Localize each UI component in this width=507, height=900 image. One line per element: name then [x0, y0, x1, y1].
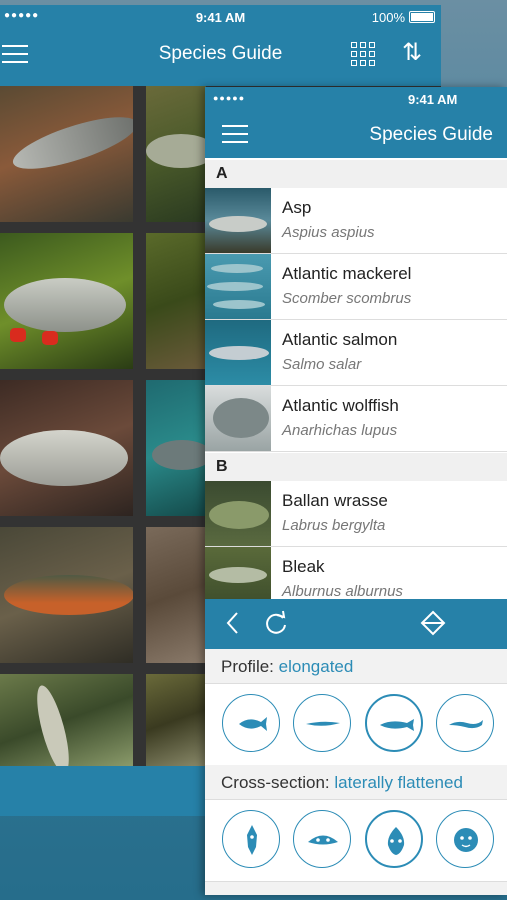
- profile-options: [205, 683, 507, 766]
- status-bar: ●●●●● 9:41 AM 100%: [0, 5, 441, 29]
- cross-section-option-laterally-flattened[interactable]: [365, 810, 423, 868]
- back-chevron-icon[interactable]: [225, 609, 241, 642]
- signal-indicator: ●●●●●: [213, 93, 246, 103]
- list-item[interactable]: Ballan wrasse Labrus bergylta: [205, 481, 507, 547]
- sort-icon[interactable]: ⇅: [398, 40, 426, 66]
- species-name: Atlantic salmon: [282, 330, 398, 349]
- nav-bar: ●●●●● 9:41 AM Species Guide: [205, 87, 507, 158]
- species-name: Ballan wrasse: [282, 491, 388, 510]
- grid-tile[interactable]: [146, 233, 206, 369]
- section-header: A: [205, 160, 507, 188]
- profile-option-ribbon[interactable]: [436, 694, 494, 752]
- species-thumbnail: [205, 481, 271, 546]
- profile-option-fusiform[interactable]: [222, 694, 280, 752]
- diamond-toggle-icon[interactable]: [420, 609, 446, 642]
- list-item[interactable]: Atlantic salmon Salmo salar: [205, 320, 507, 386]
- nav-bar: Species Guide ⇅: [0, 29, 441, 81]
- cross-section-option-compressed-tall[interactable]: [222, 810, 280, 868]
- list-item[interactable]: Asp Aspius aspius: [205, 188, 507, 254]
- front-screen-list-view: ●●●●● 9:41 AM Species Guide A Asp Aspius…: [205, 87, 507, 895]
- species-latin-name: Labrus bergylta: [282, 517, 386, 534]
- grid-tile[interactable]: [0, 674, 133, 766]
- refresh-icon[interactable]: [263, 609, 289, 642]
- list-item[interactable]: Atlantic wolffish Anarhichas lupus: [205, 386, 507, 452]
- filter-toolbar: [205, 599, 507, 649]
- species-name: Asp: [282, 198, 312, 217]
- list-item[interactable]: Atlantic mackerel Scomber scombrus: [205, 254, 507, 320]
- species-thumbnail: [205, 188, 271, 253]
- hamburger-icon[interactable]: [222, 125, 248, 143]
- species-name: Atlantic mackerel: [282, 264, 412, 283]
- cross-section-value: laterally flattened: [334, 773, 463, 792]
- cross-section-options: [205, 799, 507, 882]
- grid-tile[interactable]: [0, 233, 133, 369]
- grid-tile[interactable]: [0, 380, 133, 516]
- cross-section-label: Cross-section:: [221, 773, 330, 792]
- grid-tile[interactable]: [146, 380, 206, 516]
- status-time: 9:41 AM: [408, 92, 458, 107]
- filter-panel: Profile: elongated Cross-section: latera…: [205, 599, 507, 895]
- species-latin-name: Scomber scombrus: [282, 290, 412, 307]
- grid-tile[interactable]: [0, 527, 133, 663]
- species-thumbnail: [205, 320, 271, 385]
- grid-tile[interactable]: [146, 674, 206, 766]
- profile-label: Profile:: [221, 657, 274, 676]
- profile-option-elongated[interactable]: [365, 694, 423, 752]
- species-latin-name: Aspius aspius: [282, 224, 375, 241]
- battery-icon: [409, 11, 435, 23]
- species-thumbnail: [205, 254, 271, 319]
- grid-tile[interactable]: [146, 527, 206, 663]
- species-name: Atlantic wolffish: [282, 396, 399, 415]
- page-title: Species Guide: [369, 124, 493, 145]
- cross-section-label-row: Cross-section: laterally flattened: [205, 765, 507, 799]
- grid-icon[interactable]: [351, 42, 375, 66]
- cross-section-option-depressed[interactable]: [293, 810, 351, 868]
- species-latin-name: Anarhichas lupus: [282, 422, 398, 439]
- section-header: B: [205, 453, 507, 481]
- species-name: Bleak: [282, 557, 325, 576]
- profile-label-row: Profile: elongated: [205, 649, 507, 683]
- grid-tile[interactable]: [0, 86, 133, 222]
- species-latin-name: Salmo salar: [282, 356, 362, 373]
- battery-indicator: 100%: [372, 10, 435, 25]
- species-latin-name: Alburnus alburnus: [282, 583, 403, 600]
- profile-value: elongated: [278, 657, 354, 676]
- cross-section-option-round[interactable]: [436, 810, 494, 868]
- profile-option-eel-like[interactable]: [293, 694, 351, 752]
- battery-percent: 100%: [371, 10, 405, 25]
- species-thumbnail: [205, 386, 271, 451]
- grid-tile[interactable]: [146, 86, 206, 222]
